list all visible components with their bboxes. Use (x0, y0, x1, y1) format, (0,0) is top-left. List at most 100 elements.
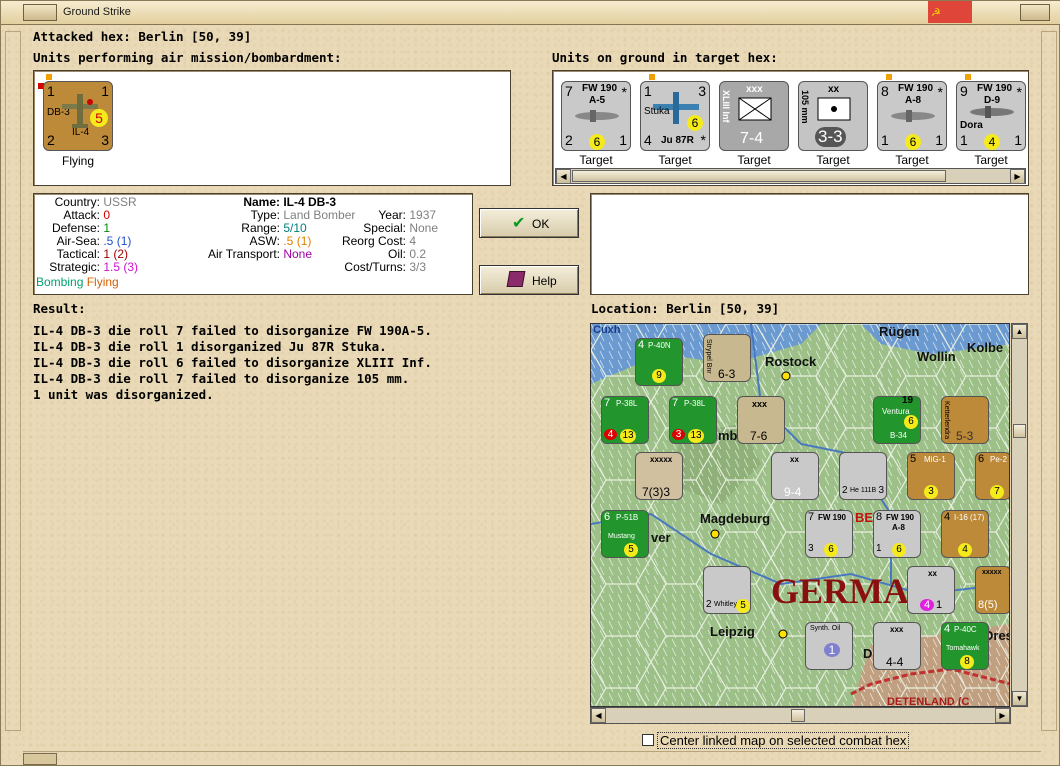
scroll-right-arrow-icon[interactable]: ▶ (995, 708, 1010, 723)
ground-unit-105mm[interactable]: xx 105 mm 3-3 (798, 81, 868, 151)
ground-unit-fw190-a8[interactable]: 8 FW 190 A-8 * 1 6 1 (877, 81, 947, 151)
unit-designation: 105 mm (800, 90, 810, 124)
map-counter-xxxxx-2[interactable]: xxxxx 8(5) (975, 566, 1009, 614)
map-counter-fw190-a5[interactable]: 7 FW 190 3 6 (805, 510, 853, 558)
map-counter-p51b[interactable]: 6 P-51B Mustang 5 (601, 510, 649, 558)
map-counter-synth-oil[interactable]: Synth. Oil 1 (805, 622, 853, 670)
unit-stat: 3 (101, 132, 109, 148)
ground-unit-fw190-a5[interactable]: 7 FW 190 A-5 * 2 6 1 (561, 81, 631, 151)
map-counter-xxx-inf[interactable]: xxx 4-4 (873, 622, 921, 670)
map-counter-he111b[interactable]: 2 He 111B 3 (839, 452, 887, 500)
ground-units-panel: 7 FW 190 A-5 * 2 6 1 Target 1 3 Stuka 6 … (552, 70, 1029, 186)
unit-stat: 4 (944, 623, 951, 635)
unit-name: FW 190 (886, 513, 915, 522)
ground-unit-xliii-inf[interactable]: xxx XLIII Inf 7-4 (719, 81, 789, 151)
scroll-down-arrow-icon[interactable]: ▼ (1012, 691, 1027, 706)
map-counter-strypel[interactable]: Strypel Bnr 6-3 (703, 334, 751, 382)
unit-stat: 3 (672, 429, 685, 440)
ok-button[interactable]: ✔ OK (479, 208, 579, 238)
map-counter-p38l-2[interactable]: 7 P-38L 3 13 (669, 396, 717, 444)
help-label: Help (532, 274, 557, 288)
close-button[interactable] (1020, 4, 1050, 21)
map-counter-xxxxx[interactable]: xxxxx 7(3)3 (635, 452, 683, 500)
map-counter-ketterlendra[interactable]: Ketterlendra 5-3 (941, 396, 989, 444)
scroll-left-arrow-icon[interactable]: ◀ (591, 708, 606, 723)
map-counter-mig1[interactable]: 5 MiG-1 3 (907, 452, 955, 500)
scroll-up-arrow-icon[interactable]: ▲ (1012, 324, 1027, 339)
unit-stat: 8 (881, 83, 889, 99)
unit-stat: 2 (706, 599, 712, 610)
scroll-thumb[interactable] (572, 170, 946, 182)
unit-designation: XLIII Inf (721, 90, 731, 123)
type-label: Type: (250, 208, 280, 222)
unit-stat: 4 (944, 511, 951, 523)
right-frame (1041, 31, 1057, 731)
help-button[interactable]: Help (479, 265, 579, 295)
defense-value: 1 (103, 221, 111, 235)
unit-type: IL-4 (72, 127, 90, 138)
map-counter-i16[interactable]: 4 I-16 (17) 4 (941, 510, 989, 558)
air-units-label: Units performing air mission/bombardment… (33, 50, 342, 65)
map-counter-xxx[interactable]: xxx 7-6 (737, 396, 785, 444)
scroll-right-arrow-icon[interactable]: ▶ (1010, 169, 1025, 184)
map-counter-p40n[interactable]: 4 P-40N 9 (635, 338, 683, 386)
unit-stat: 5 (910, 453, 917, 465)
center-map-checkbox[interactable] (642, 734, 654, 746)
map-label-hamburg: mb (718, 428, 738, 443)
hammer-sickle-icon: ☭ (931, 7, 941, 19)
resize-grip[interactable] (23, 753, 57, 765)
country-value: USSR (103, 195, 137, 209)
center-map-checkbox-label[interactable]: Center linked map on selected combat hex (657, 732, 910, 749)
map-horizontal-scrollbar[interactable]: ◀ ▶ (590, 707, 1011, 724)
map-counter-pe2[interactable]: 6 Pe-2 7 (975, 452, 1009, 500)
unit-value: 13 (620, 429, 636, 443)
attacked-hex-label: Attacked hex: Berlin [50, 39] (33, 29, 252, 44)
map-counter-p40c[interactable]: 4 P-40C Tomahawk 8 (941, 622, 989, 670)
unit-name: P-40N (648, 341, 671, 350)
costturns-value: 3/3 (409, 260, 427, 274)
unit-star: * (700, 132, 706, 148)
unit-stat: 7 (604, 397, 611, 409)
system-menu-button[interactable] (23, 4, 57, 21)
air-unit-il4-counter[interactable]: 1 1 DB-3 IL-4 2 3 5 (43, 81, 113, 151)
unit-flag-icon (965, 74, 971, 80)
result-line: IL-4 DB-3 die roll 6 failed to disorgani… (33, 355, 432, 370)
map-counter-ventura[interactable]: 19 Ventura 6 B-34 (873, 395, 921, 444)
map-counter-fw190-a8[interactable]: 8 FW 190 A-8 1 6 (873, 510, 921, 558)
unit-stat: 7 (672, 397, 679, 409)
unit-name: FW 190 (977, 83, 1013, 94)
special-value: None (409, 221, 439, 235)
unit-stat: 2 (565, 132, 573, 148)
map-counter-xx-armor[interactable]: xx 4 1 (907, 566, 955, 614)
map-label-wollin: Wollin (917, 349, 956, 364)
scroll-left-arrow-icon[interactable]: ◀ (556, 169, 571, 184)
unit-value: 4-4 (886, 655, 904, 669)
unit-name: FW 190 (582, 83, 618, 94)
map-counter-whitley[interactable]: 2 Whitley 5 (703, 566, 751, 614)
oil-label: Oil: (388, 247, 406, 261)
map-vertical-scrollbar[interactable]: ▲ ▼ (1011, 323, 1028, 707)
unit-nickname: Dora (960, 120, 983, 131)
map-counter-xx-inf[interactable]: xx 9-4 (771, 452, 819, 500)
map-label-magdeburg: Magdeburg (700, 511, 771, 526)
unit-value: 5-3 (956, 429, 974, 443)
defense-label: Defense: (51, 221, 100, 235)
location-minimap[interactable]: Rügen Rostock Wollin Kolbe Magdeburg GER… (590, 323, 1010, 707)
title-bar: Ground Strike ☭ (1, 1, 1060, 25)
name-value: IL-4 DB-3 (283, 195, 337, 209)
airtransport-value: None (283, 247, 313, 261)
ground-unit-stuka[interactable]: 1 3 Stuka 6 4 Ju 87R * (640, 81, 710, 151)
map-vscroll-thumb[interactable] (1013, 424, 1026, 438)
attack-label: Attack: (63, 208, 100, 222)
map-label-d: D (863, 646, 873, 661)
unit-sub: Ju 87R (661, 135, 694, 146)
unit-value: 5 (624, 543, 638, 557)
unit-info-panel: Country: USSR Attack: 0 Defense: 1 Air-S… (33, 193, 473, 295)
map-counter-p38l-1[interactable]: 7 P-38L 4 13 (601, 396, 649, 444)
fighter-plane-icon (891, 110, 935, 122)
ground-unit-fw190-d9[interactable]: 9 FW 190 D-9 * Dora 1 4 1 (956, 81, 1026, 151)
unit-stat: 7 (808, 511, 815, 523)
unit-stat: 1 (876, 543, 882, 554)
ground-units-scrollbar[interactable]: ◀ ▶ (555, 168, 1026, 184)
map-hscroll-thumb[interactable] (791, 709, 805, 722)
